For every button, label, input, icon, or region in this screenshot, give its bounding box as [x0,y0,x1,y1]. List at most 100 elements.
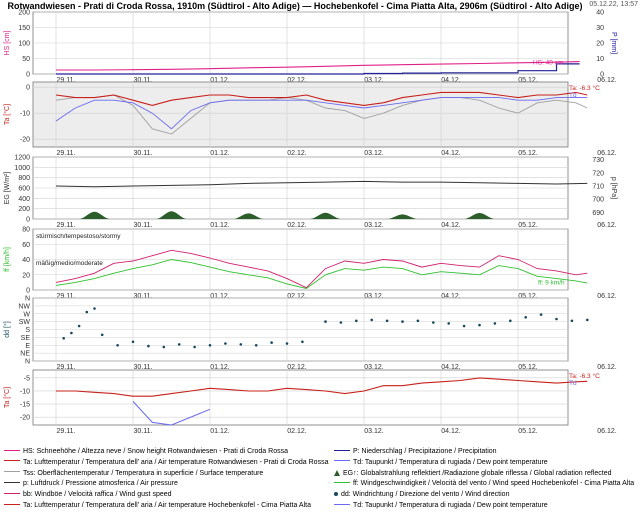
legend-item: HS: Schneehöhe / Altezza neve / Snow hei… [4,448,288,455]
wind-direction-point [524,316,527,319]
wind-direction-point [193,345,196,349]
wind-direction-point [177,343,181,346]
legend-item: EG↑: Globalstrahlung reflektiert /Radiaz… [334,470,611,477]
wind-direction-point [70,331,73,335]
pressure-tick-label: 700 [592,197,604,204]
wind-dir-tick-label: NE [20,351,30,358]
legend-item: ff: Windgeschwindigkeit / Velocità del v… [334,480,634,487]
wind-direction-point [416,319,420,323]
legend-text: Ta: Lufttemperatur / Temperatura dell' a… [23,458,329,466]
wind-direction-point [116,344,119,347]
x-tick-label: 30.11. [134,150,153,157]
temp-hochebenkofel-tick-label: -15 [20,402,30,409]
stormy-label: stürmisch/tempestoso/stormy [36,233,121,240]
x-tick-label: 30.11. [134,428,153,435]
x-tick-label: 06.12. [597,428,617,435]
wind-direction-point [539,313,543,316]
wind-direction-point [370,318,374,322]
x-tick-label: 03.12. [364,150,384,157]
x-tick-label: 06.12. [597,293,617,300]
radiation-tick-label: 800 [18,175,30,182]
wind-direction-point [401,320,404,323]
wind-dir-tick-label: SE [21,335,31,342]
pressure-tick-label: 730 [592,157,604,164]
x-tick-label: 06.12. [597,150,617,157]
legend-item: Ta: Lufttemperatur / Temperatura dell' a… [4,459,328,466]
x-tick-label: 05.12. [518,222,538,229]
wind-dir-tick-label: NW [18,303,30,310]
radiation-tick-label: 1000 [14,165,30,172]
temp-hochebenkofel-tick-label: -5 [24,375,30,382]
x-tick-label: 01.12. [210,150,230,157]
wind-direction-point [432,321,435,324]
precip-tick-label: 20 [596,41,604,48]
wind-direction-point [100,333,104,337]
wind-direction-point [555,317,558,321]
wind-direction-point [570,319,574,323]
wind-direction-point [478,323,481,327]
legend-swatch [4,471,20,473]
temp-rotwand-tick-label: 0 [26,85,30,92]
wind-direction-point [224,342,227,345]
temp-rotwand-tick-label: -20 [20,137,30,144]
x-tick-label: 29.11. [57,428,76,435]
temperature-annotation: Ta: -6.3 °C [569,372,600,380]
legend-text: Ta: Lufttemperatur / Temperatura dell' a… [23,501,311,509]
legend-swatch [334,469,340,476]
legend-text: p: Luftdruck / Pressione atmosferica / A… [23,480,178,488]
x-tick-label: 04.12. [441,222,461,229]
snow-tick-label: 200 [18,10,30,17]
wind-dir-tick-label: N [25,359,30,366]
precip-tick-label: 40 [596,10,604,17]
y-axis-label: EG [W/m²] [4,172,11,205]
x-tick-label: 01.12. [210,428,230,435]
x-tick-label: 06.12. [597,364,617,371]
y-axis-label: ff [km/h] [4,247,11,272]
y-axis-label: Ta [°C] [3,104,11,125]
x-tick-label: 06.12. [597,222,617,229]
temp-hochebenkofel-tick-label: -10 [20,388,30,395]
wind-dir-tick-label: W [23,311,30,318]
precip-tick-label: 10 [596,56,604,63]
legend-swatch [4,503,20,505]
legend-row: p: Luftdruck / Pressione atmosferica / A… [4,479,636,490]
legend-text: EG↑: Globalstrahlung reflektiert /Radiaz… [343,469,612,477]
wind-tick-label: 80 [22,227,30,234]
snow-height-annotation: HS: 40 cm [533,60,563,67]
dew-point-annotation: Td [569,92,577,99]
snow-tick-label: 100 [18,41,30,48]
legend-text: ff: Windgeschwindigkeit / Velocità del v… [353,480,635,488]
pressure-tick-label: 690 [592,210,604,217]
wind-tick-label: 60 [22,242,30,249]
wind-direction-point [385,319,389,323]
x-tick-label: 04.12. [441,150,461,157]
wind-tick-label: 40 [22,257,30,264]
legend-row: HS: Schneehöhe / Altezza neve / Snow hei… [4,447,636,458]
legend-swatch [4,449,20,451]
wind-tick-label: 0 [26,288,30,295]
x-tick-label: 01.12. [210,222,230,229]
wind-direction-point [147,344,150,348]
legend-item: Td: Taupunkt / Temperatura di rugiada / … [334,502,548,509]
wind-direction-point [208,344,212,347]
legend-text: P: Niederschlag / Precipitazione / Preci… [353,448,497,455]
legend-item: Tss: Oberflächentemperatur / Temperatura… [4,470,263,477]
y-axis-label: dd [°] [3,321,11,337]
legend-swatch [4,482,20,484]
wind-direction-point [301,340,304,344]
x-tick-label: 03.12. [364,428,384,435]
wind-tick-label: 20 [22,272,30,279]
y-axis-label: Ta [°C] [3,387,11,408]
radiation-tick-label: 400 [18,196,30,203]
wind-direction-point [254,344,258,347]
wind-direction-point [509,319,512,323]
x-tick-label: 05.12. [518,150,538,157]
x-tick-label: 29.11. [57,150,76,157]
y-axis-label: HS [cm] [4,31,11,56]
wind-direction-point [162,345,166,349]
x-tick-label: 03.12. [364,222,384,229]
wind-direction-point [239,343,243,346]
wind-direction-point [462,324,466,328]
legend-swatch [334,460,350,462]
snow-tick-label: 150 [18,25,30,32]
